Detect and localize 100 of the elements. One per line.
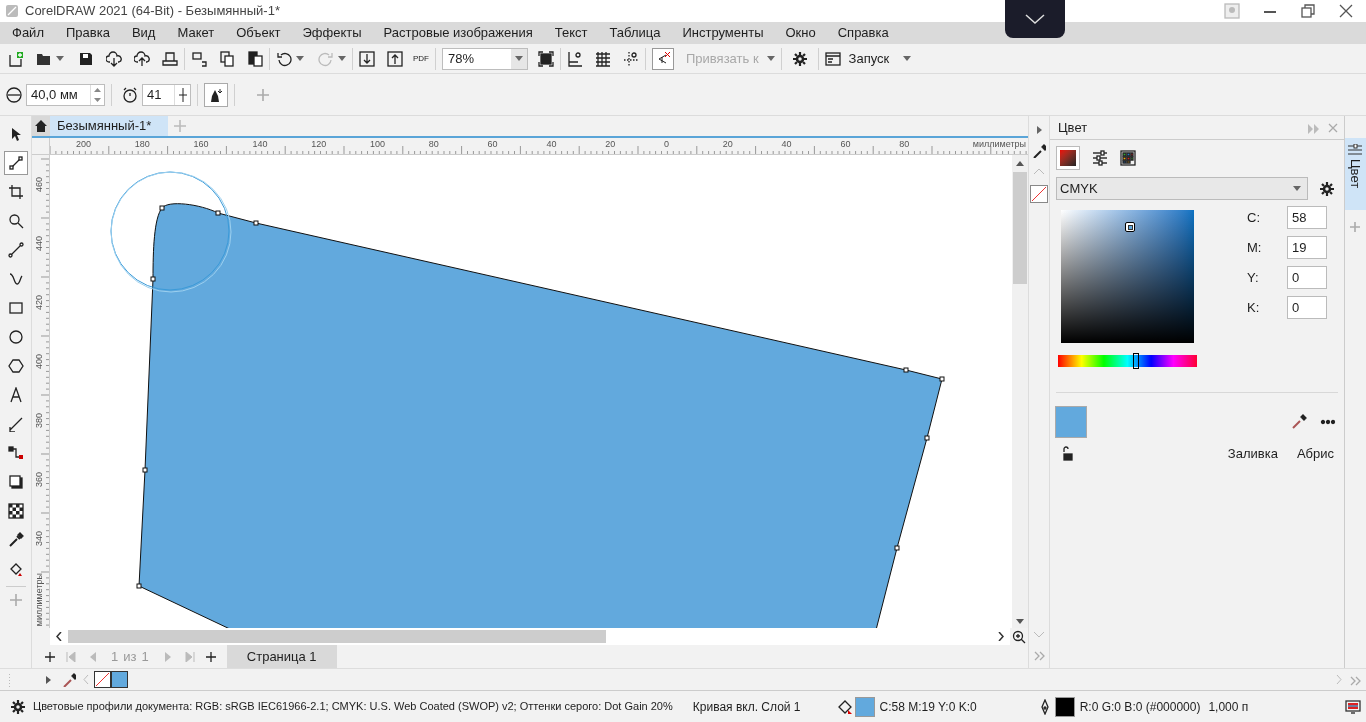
scroll-up-icon[interactable] [1016,161,1024,166]
component-value-field[interactable]: 0 [1287,296,1327,319]
copy-icon[interactable] [219,50,235,67]
menu-item[interactable]: Таблица [609,23,661,43]
picker-handle[interactable] [1125,222,1135,232]
cloud-upload-icon[interactable] [134,50,150,67]
fill-button[interactable]: Заливка [1227,444,1278,464]
guidelines-icon[interactable] [623,50,639,67]
window-icon[interactable] [824,50,841,67]
ruler-label: 0 [664,138,669,151]
zoom-icon[interactable] [1011,628,1027,645]
ruler-label: 20 [722,138,733,151]
cloud-download-icon[interactable] [106,50,122,67]
new-document-icon[interactable] [8,50,24,67]
hue-slider-thumb[interactable] [1132,353,1139,369]
color-sliders-icon[interactable] [1092,150,1108,166]
save-icon[interactable] [78,50,94,67]
settings-icon[interactable] [1319,180,1335,197]
brush-icon [208,86,224,103]
slider-icon[interactable] [177,87,188,102]
close-icon[interactable] [1338,3,1354,19]
nib-size-field[interactable]: 40,0 мм [26,83,105,106]
ruler-label: 100 [370,138,386,151]
spin-up-icon[interactable] [94,87,101,92]
component-label: C: [1247,208,1261,227]
expand-arrow-icon[interactable] [46,675,51,684]
grid-icon[interactable] [595,50,611,67]
scroll-left-icon[interactable] [56,632,62,641]
caret-icon[interactable] [338,56,346,61]
rulers-icon[interactable] [567,50,583,67]
drag-grip[interactable] [8,672,11,687]
eyedropper-icon[interactable] [1291,414,1307,430]
color-swatch[interactable] [111,671,128,688]
component-value-field[interactable]: 58 [1287,206,1327,229]
menu-item[interactable]: Справка [837,23,889,43]
color-model-dropdown[interactable]: CMYK [1056,177,1308,200]
scroll-down-icon[interactable] [1016,619,1024,624]
print-icon[interactable] [162,50,178,67]
expand-arrow-icon[interactable] [1036,126,1042,134]
page-tab[interactable]: Страница 1 [226,645,337,668]
caret-icon[interactable] [766,56,775,61]
snap-off-button[interactable] [652,47,674,70]
menu-item[interactable]: Объект [236,23,281,43]
shape-tool-tool[interactable] [3,151,28,175]
import-icon[interactable] [191,50,207,67]
color-palette-icon[interactable] [1120,150,1136,166]
color-viewer-button[interactable] [1056,146,1080,170]
unlock-icon[interactable] [1061,445,1075,462]
hue-slider[interactable] [1058,355,1197,367]
pressure-field[interactable]: 41 [142,83,191,106]
menu-item[interactable]: Файл [12,23,44,43]
caret-icon[interactable] [903,56,912,61]
brush-button[interactable] [204,82,228,107]
caret-icon[interactable] [1293,186,1301,191]
eyedropper-icon[interactable] [1032,144,1046,158]
home-tab[interactable] [32,116,50,136]
nib-size-icon[interactable] [6,86,22,103]
scroll-thumb[interactable] [68,630,606,643]
pdf-export-icon[interactable]: PDF [413,54,429,63]
caret-icon[interactable] [56,56,64,61]
component-value-field[interactable]: 19 [1287,236,1327,259]
settings-icon[interactable] [10,698,26,715]
color-picker-area[interactable] [1061,210,1194,343]
zoom-combo[interactable]: 78% [442,47,528,70]
document-tab[interactable]: Безымянный-1* [50,116,168,136]
fill-indicator-icon[interactable] [836,698,853,715]
eyedropper-icon[interactable] [62,672,76,687]
menu-item[interactable]: Макет [177,23,215,43]
settings-icon[interactable] [791,50,808,67]
undo-icon[interactable] [276,50,292,67]
caret-icon[interactable] [515,56,523,61]
outline-button[interactable]: Абрис [1296,444,1334,464]
scroll-right-icon[interactable] [998,632,1004,641]
launch-dropdown[interactable]: Запуск [848,48,890,69]
fit-page-icon[interactable] [538,50,554,67]
ruler-unit: миллиметры [972,138,1026,151]
no-color-swatch[interactable] [94,671,111,688]
menu-item[interactable]: Инструменты [682,23,764,43]
timer-icon[interactable] [122,86,138,103]
no-color-swatch[interactable] [1030,185,1048,203]
horizontal-scrollbar[interactable] [50,628,1010,645]
shape-tool-icon [7,155,24,171]
menu-item[interactable]: Текст [554,23,588,43]
menu-item[interactable]: Правка [65,23,110,43]
ruler-unit: миллиметры [33,572,45,626]
spin-down-icon[interactable] [94,97,101,102]
menu-item[interactable]: Вид [131,23,156,43]
rectangle-icon [7,300,24,316]
menu-item[interactable]: Растровые изображения [383,23,533,43]
collapse-tab[interactable] [1005,0,1065,38]
color-docker-tab[interactable]: Цвет [1344,138,1366,210]
caret-icon[interactable] [296,56,304,61]
scroll-thumb[interactable] [1013,172,1027,284]
paste-icon[interactable] [247,50,263,67]
display-icon[interactable] [1345,698,1361,715]
menu-item[interactable]: Эффекты [302,23,362,43]
component-value-field[interactable]: 0 [1287,266,1327,289]
current-color-swatch[interactable] [1055,406,1087,438]
restore-icon[interactable] [1300,3,1316,19]
menu-item[interactable]: Окно [785,23,816,43]
